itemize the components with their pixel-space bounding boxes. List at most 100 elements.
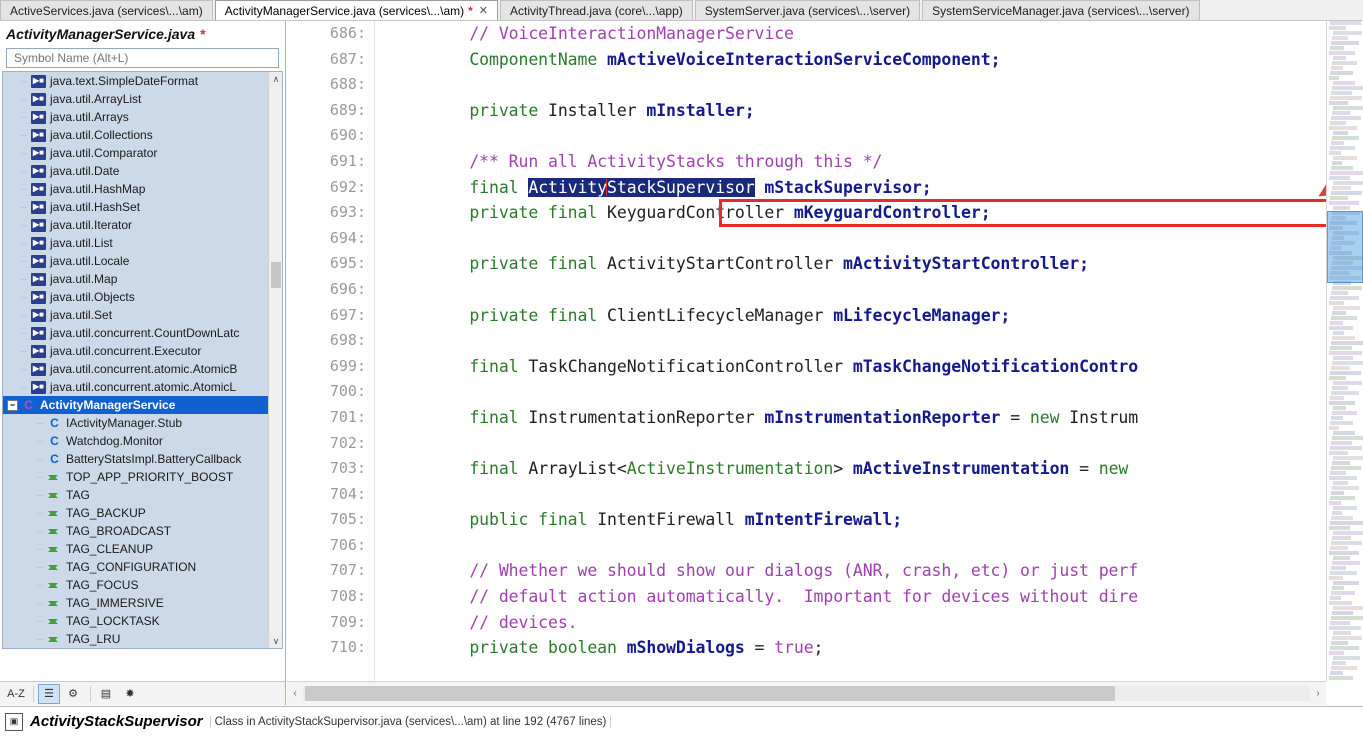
- hscroll-left-arrow-icon[interactable]: ‹: [287, 683, 303, 705]
- hscroll-track[interactable]: [303, 686, 1310, 701]
- minimap-line: [1332, 536, 1352, 540]
- symbol-list-item[interactable]: ·· TAG_LRU: [3, 630, 268, 648]
- symbol-list-item[interactable]: ·· TOP_APP_PRIORITY_BOOST: [3, 468, 268, 486]
- code-line[interactable]: private Installer mInstaller;: [430, 98, 1326, 124]
- tab-close-icon[interactable]: ✕: [479, 4, 488, 17]
- editor-tab[interactable]: ActivityThread.java (core\...\app): [500, 0, 693, 20]
- minimap-line: [1331, 316, 1357, 320]
- symbol-list-item[interactable]: ·· ▶■ java.util.Arrays: [3, 108, 268, 126]
- code-token: // Whether we should show our dialogs (A…: [469, 561, 1139, 581]
- code-line[interactable]: private final ActivityStartController mA…: [430, 251, 1326, 277]
- symbol-list-item[interactable]: ·· TAG_FOCUS: [3, 576, 268, 594]
- symbol-list-item[interactable]: ·· TAG_CLEANUP: [3, 540, 268, 558]
- line-number: 686:: [329, 24, 366, 42]
- code-line[interactable]: final TaskChangeNotificationController m…: [430, 354, 1326, 380]
- minimap-line: [1329, 176, 1350, 180]
- editor-tab[interactable]: SystemServer.java (services\...\server): [694, 0, 921, 20]
- code-line[interactable]: [430, 379, 1326, 405]
- symbol-search-box[interactable]: [6, 48, 279, 68]
- code-line[interactable]: private final ClientLifecycleManager mLi…: [430, 303, 1326, 329]
- code-line[interactable]: [430, 226, 1326, 252]
- symbol-list-item[interactable]: ·· ▶■ java.util.Comparator: [3, 144, 268, 162]
- minimap-viewport[interactable]: [1327, 211, 1363, 283]
- hscroll-right-arrow-icon[interactable]: ›: [1310, 683, 1326, 705]
- code-line[interactable]: private final KeyguardController mKeygua…: [430, 200, 1326, 226]
- symbol-list-item[interactable]: ·· ▶■ java.util.Date: [3, 162, 268, 180]
- symbol-list-item[interactable]: ·· ▶■ java.util.HashMap: [3, 180, 268, 198]
- code-line[interactable]: final InstrumentationReporter mInstrumen…: [430, 405, 1326, 431]
- code-editor[interactable]: 686: 687: 688: 689: 690: 691: 692: 693: 694: 695:…: [287, 21, 1326, 681]
- settings-icon[interactable]: ✸: [119, 684, 141, 704]
- symbol-list-item[interactable]: ·· TAG_LOCKTASK: [3, 612, 268, 630]
- symbol-search-input[interactable]: [12, 50, 278, 66]
- sort-alphabetical-icon[interactable]: A-Z: [5, 684, 27, 704]
- code-line[interactable]: // default action automatically. Importa…: [430, 584, 1326, 610]
- line-number: 696:: [329, 279, 366, 298]
- scroll-up-icon[interactable]: ∧: [269, 72, 282, 86]
- code-line[interactable]: final ArrayList<ActiveInstrumentation> m…: [430, 456, 1326, 482]
- symbol-list-item[interactable]: ·· ▶■ java.util.Set: [3, 306, 268, 324]
- symbol-list[interactable]: ·· ▶■ java.text.SimpleDateFormat ·· ▶■ java.u…: [3, 72, 268, 648]
- code-line[interactable]: [430, 72, 1326, 98]
- symbol-list-item[interactable]: ·· C IActivityManager.Stub: [3, 414, 268, 432]
- symbol-list-item[interactable]: ·· C BatteryStatsImpl.BatteryCallback: [3, 450, 268, 468]
- symbol-list-item[interactable]: ·· ▶■ java.util.concurrent.CountDownLatc: [3, 324, 268, 342]
- minimap-line: [1332, 436, 1363, 440]
- group-by-type-icon[interactable]: ☰: [38, 683, 60, 704]
- code-line[interactable]: private boolean mShowDialogs = true;: [430, 635, 1326, 661]
- symbol-list-item[interactable]: ·· ▶■ java.util.Objects: [3, 288, 268, 306]
- code-line[interactable]: [430, 277, 1326, 303]
- import-icon: ▶■: [31, 218, 46, 232]
- code-line[interactable]: /** Run all ActivityStacks through this …: [430, 149, 1326, 175]
- code-line[interactable]: [430, 123, 1326, 149]
- symbol-list-item[interactable]: ·· TAG_BACKUP: [3, 504, 268, 522]
- scrollbar-thumb[interactable]: [271, 262, 281, 288]
- minimap-line: [1330, 571, 1357, 575]
- symbol-list-item[interactable]: ·· ▶■ java.util.concurrent.Executor: [3, 342, 268, 360]
- import-icon: ▶■: [31, 326, 46, 340]
- editor-tab[interactable]: ActiveServices.java (services\...\am): [0, 0, 213, 20]
- symbol-list-item[interactable]: ·· TAG_IMMERSIVE: [3, 594, 268, 612]
- symbol-list-item[interactable]: ·· ▶■ java.util.concurrent.atomic.AtomicB: [3, 360, 268, 378]
- code-token: // default action automatically. Importa…: [469, 587, 1139, 607]
- code-line[interactable]: [430, 533, 1326, 559]
- code-line[interactable]: final ActivityStackSupervisor mStackSupe…: [430, 175, 1326, 201]
- code-line[interactable]: public final IntentFirewall mIntentFirew…: [430, 507, 1326, 533]
- code-content[interactable]: // VoiceInteractionManagerService Compon…: [375, 21, 1326, 681]
- editor-tab[interactable]: ActivityManagerService.java (services\..…: [214, 0, 499, 20]
- symbol-list-item[interactable]: ·· ▶■ java.util.concurrent.atomic.AtomicL: [3, 378, 268, 396]
- code-line[interactable]: ComponentName mActiveVoiceInteractionSer…: [430, 47, 1326, 73]
- code-line[interactable]: [430, 431, 1326, 457]
- minimap-line: [1332, 611, 1354, 615]
- filter-members-icon[interactable]: ⚙: [62, 684, 84, 704]
- symbol-list-item[interactable]: ·· ▶■ java.util.Map: [3, 270, 268, 288]
- minimap-line: [1331, 66, 1343, 70]
- code-token: private boolean: [469, 638, 627, 658]
- symbol-list-item[interactable]: ·· ▶■ java.util.Collections: [3, 126, 268, 144]
- symbol-list-item[interactable]: ·· TAG_CONFIGURATION: [3, 558, 268, 576]
- show-documentation-icon[interactable]: ▤: [95, 684, 117, 704]
- code-line[interactable]: [430, 482, 1326, 508]
- editor-horizontal-scrollbar[interactable]: ‹ ›: [287, 681, 1326, 705]
- minimap-line: [1331, 466, 1361, 470]
- code-line[interactable]: // VoiceInteractionManagerService: [430, 21, 1326, 47]
- code-line[interactable]: // devices.: [430, 610, 1326, 636]
- tree-collapse-icon[interactable]: −: [7, 399, 18, 411]
- symbol-list-item[interactable]: ·· ▶■ java.util.Locale: [3, 252, 268, 270]
- code-line[interactable]: // Whether we should show our dialogs (A…: [430, 558, 1326, 584]
- code-line[interactable]: [430, 328, 1326, 354]
- symbol-list-item-selected[interactable]: − C ActivityManagerService: [3, 396, 268, 414]
- symbol-list-item[interactable]: ·· ▶■ java.util.HashSet: [3, 198, 268, 216]
- scroll-down-icon[interactable]: ∨: [269, 634, 282, 648]
- symbol-list-item[interactable]: ·· ▶■ java.util.Iterator: [3, 216, 268, 234]
- symbol-list-item[interactable]: ·· ▶■ java.util.List: [3, 234, 268, 252]
- symbol-list-item[interactable]: ·· TAG: [3, 486, 268, 504]
- symbol-list-item[interactable]: ·· ▶■ java.text.SimpleDateFormat: [3, 72, 268, 90]
- symbol-list-scrollbar[interactable]: ∧ ∨: [268, 72, 282, 648]
- editor-tab[interactable]: SystemServiceManager.java (services\...\…: [922, 0, 1200, 20]
- symbol-list-item[interactable]: ·· TAG_BROADCAST: [3, 522, 268, 540]
- symbol-list-item[interactable]: ·· C Watchdog.Monitor: [3, 432, 268, 450]
- symbol-list-item[interactable]: ·· ▶■ java.util.ArrayList: [3, 90, 268, 108]
- hscroll-thumb[interactable]: [305, 686, 1115, 701]
- code-minimap[interactable]: [1326, 21, 1363, 681]
